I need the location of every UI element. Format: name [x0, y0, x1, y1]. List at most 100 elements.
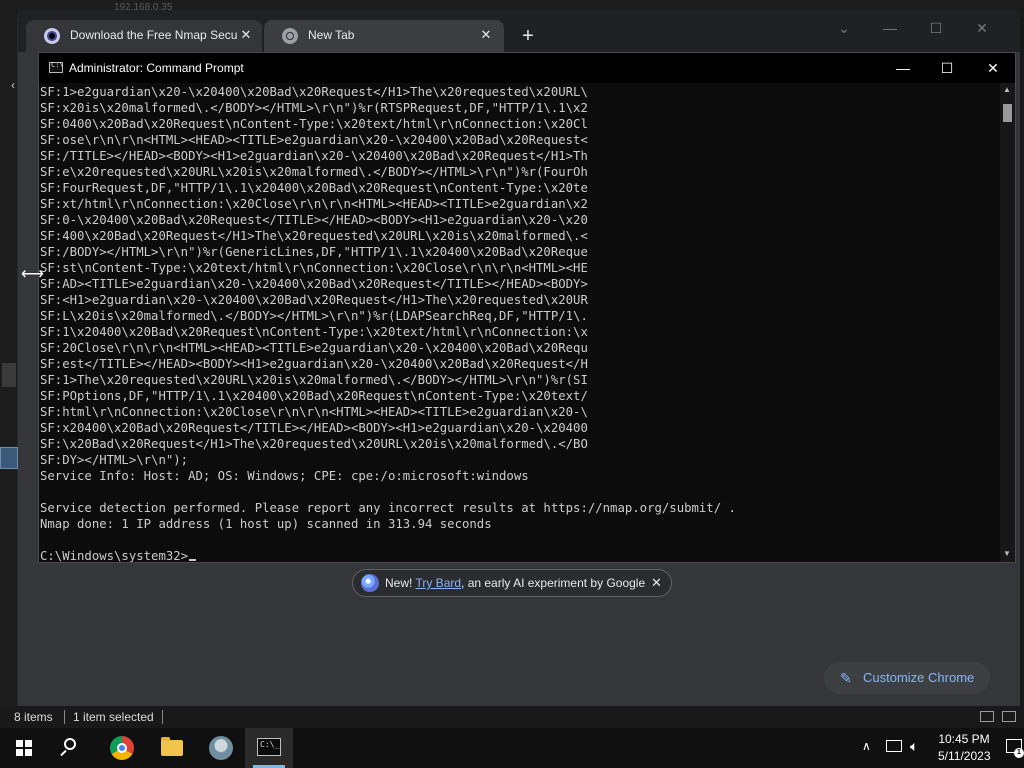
console-line: SF:1>e2guardian\x20-\x20400\x20Bad\x20Re… [40, 85, 588, 99]
close-icon[interactable]: ✕ [478, 27, 494, 43]
show-hidden-icons-icon[interactable]: ∧ [862, 739, 871, 753]
selection-count-label: 1 item selected [73, 710, 154, 724]
taskbar-wireshark[interactable] [197, 728, 245, 768]
tab-nmap-download[interactable]: Download the Free Nmap Security Scanner … [26, 20, 262, 52]
console-line: SF:0-\x20400\x20Bad\x20Request</TITLE></… [40, 213, 588, 227]
console-line: SF:AD><TITLE>e2guardian\x20-\x20400\x20B… [40, 277, 588, 291]
item-count-label: 8 items [14, 710, 53, 724]
resize-cursor-icon: ⟷ [21, 266, 44, 283]
tab-title: New Tab [308, 28, 355, 42]
new-tab-button[interactable]: + [516, 24, 540, 48]
command-prompt-line[interactable]: C:\Windows\system32> [40, 548, 999, 562]
tab-search-icon[interactable]: ⌄ [828, 16, 860, 40]
console-line: SF:est</TITLE></HEAD><BODY><H1>e2guardia… [40, 357, 588, 371]
close-icon[interactable]: ✕ [238, 27, 254, 43]
command-prompt-window: Administrator: Command Prompt — ☐ ✕ SF:1… [38, 52, 1016, 563]
wireshark-icon [209, 736, 233, 760]
bard-promo-banner: New! Try Bard, an early AI experiment by… [352, 569, 672, 597]
nmap-eye-icon [44, 28, 60, 44]
taskbar: ∧ 🔈︎ 10:45 PM 5/11/2023 1 [0, 728, 1024, 768]
chrome-icon [282, 28, 298, 44]
console-app-icon [49, 61, 64, 73]
text-cursor [189, 559, 197, 561]
console-output[interactable]: SF:1>e2guardian\x20-\x20400\x20Bad\x20Re… [39, 83, 999, 562]
console-lines: SF:1>e2guardian\x20-\x20400\x20Bad\x20Re… [40, 84, 999, 548]
customize-chrome-button[interactable]: ✎ Customize Chrome [824, 662, 990, 694]
console-line: Service Info: Host: AD; OS: Windows; CPE… [40, 469, 529, 483]
tab-title: Download the Free Nmap Security Scanner [70, 28, 238, 42]
close-icon[interactable]: ✕ [651, 575, 662, 591]
search-button[interactable] [48, 728, 96, 768]
bard-promo-text: New! Try Bard, an early AI experiment by… [385, 576, 645, 590]
chrome-icon [110, 736, 134, 760]
console-line: SF:e\x20requested\x20URL\x20is\x20malfor… [40, 165, 588, 179]
promo-prefix: New! [385, 576, 416, 590]
notification-count-badge: 1 [1014, 748, 1024, 758]
console-line: SF:x20is\x20malformed\.</BODY></HTML>\r\… [40, 101, 588, 115]
tab-new-tab[interactable]: New Tab ✕ [264, 20, 504, 52]
cmd-maximize-button[interactable]: ☐ [925, 56, 969, 80]
scroll-up-icon[interactable]: ▲ [1003, 85, 1011, 94]
start-button[interactable] [0, 728, 48, 768]
console-line: SF:xt/html\r\nConnection:\x20Close\r\n\r… [40, 197, 588, 211]
clock-time[interactable]: 10:45 PM [938, 732, 990, 746]
chrome-maximize-button[interactable]: ☐ [920, 16, 952, 40]
large-icons-view-icon[interactable] [1002, 711, 1016, 722]
status-divider [64, 710, 65, 724]
chrome-tab-strip: Download the Free Nmap Security Scanner … [18, 10, 1020, 52]
bard-sparkle-icon [361, 574, 379, 592]
cmd-scrollbar[interactable]: ▲ ▼ [1000, 83, 1015, 562]
console-line: SF:POptions,DF,"HTTP/1\.1\x20400\x20Bad\… [40, 389, 588, 403]
status-divider [162, 710, 163, 724]
chrome-close-button[interactable]: ✕ [966, 16, 998, 40]
customize-chrome-label: Customize Chrome [863, 670, 975, 685]
taskbar-command-prompt[interactable] [245, 728, 293, 768]
console-line: SF:400\x20Bad\x20Request</H1>The\x20requ… [40, 229, 588, 243]
pencil-icon: ✎ [840, 670, 852, 686]
promo-suffix: , an early AI experiment by Google [461, 576, 646, 590]
windows-logo-icon [16, 740, 32, 756]
console-line: SF:/BODY></HTML>\r\n")%r(GenericLines,DF… [40, 245, 588, 259]
cmd-close-button[interactable]: ✕ [971, 56, 1015, 80]
console-line: SF:/TITLE></HEAD><BODY><H1>e2guardian\x2… [40, 149, 588, 163]
desktop-screen: 192.168.0.35 ‹ 8 items 1 item selected D… [0, 0, 1024, 768]
search-icon-handle [60, 749, 67, 757]
taskbar-file-explorer[interactable] [148, 728, 196, 768]
explorer-status-bar: 8 items 1 item selected [0, 706, 1024, 728]
volume-icon[interactable]: 🔈︎ [910, 738, 918, 755]
details-view-icon[interactable] [980, 711, 994, 722]
clock-date[interactable]: 5/11/2023 [938, 749, 991, 763]
prompt-path: C:\Windows\system32> [40, 549, 189, 562]
console-line: SF:1>The\x20requested\x20URL\x20is\x20ma… [40, 373, 588, 387]
console-line: Nmap done: 1 IP address (1 host up) scan… [40, 517, 492, 531]
folder-icon [161, 737, 183, 756]
chrome-minimize-button[interactable]: — [874, 16, 906, 40]
console-line: SF:x20400\x20Bad\x20Request</TITLE></HEA… [40, 421, 588, 435]
scrollbar-thumb[interactable] [1003, 104, 1012, 122]
selected-file-thumbnail[interactable] [0, 447, 18, 469]
system-tray: ∧ 🔈︎ 10:45 PM 5/11/2023 1 [824, 728, 1024, 768]
chevron-left-icon[interactable]: ‹ [11, 78, 15, 92]
cmd-window-title: Administrator: Command Prompt [69, 61, 244, 75]
taskbar-chrome[interactable] [98, 728, 146, 768]
try-bard-link[interactable]: Try Bard [415, 576, 461, 590]
console-line: SF:html\r\nConnection:\x20Close\r\n\r\n<… [40, 405, 588, 419]
console-line: SF:st\nContent-Type:\x20text/html\r\nCon… [40, 261, 588, 275]
console-line: SF:20Close\r\n\r\n<HTML><HEAD><TITLE>e2g… [40, 341, 588, 355]
network-icon[interactable] [886, 740, 902, 752]
explorer-nav-pane[interactable]: ‹ [0, 18, 18, 706]
console-line: SF:\x20Bad\x20Request</H1>The\x20request… [40, 437, 588, 451]
console-line: SF:L\x20is\x20malformed\.</BODY></HTML>\… [40, 309, 588, 323]
console-line: SF:DY></HTML>\r\n"); [40, 453, 189, 467]
console-line: SF:ose\r\n\r\n<HTML><HEAD><TITLE>e2guard… [40, 133, 588, 147]
scroll-down-icon[interactable]: ▼ [1003, 549, 1011, 558]
console-line: SF:1\x20400\x20Bad\x20Request\nContent-T… [40, 325, 588, 339]
search-icon [64, 738, 76, 750]
console-line: SF:FourRequest,DF,"HTTP/1\.1\x20400\x20B… [40, 181, 588, 195]
console-line: SF:0400\x20Bad\x20Request\nContent-Type:… [40, 117, 588, 131]
cmd-title-bar[interactable]: Administrator: Command Prompt — ☐ ✕ [39, 53, 1015, 83]
terminal-icon [257, 738, 281, 756]
nav-pane-scroll-mark [2, 363, 16, 387]
cmd-minimize-button[interactable]: — [881, 56, 925, 80]
